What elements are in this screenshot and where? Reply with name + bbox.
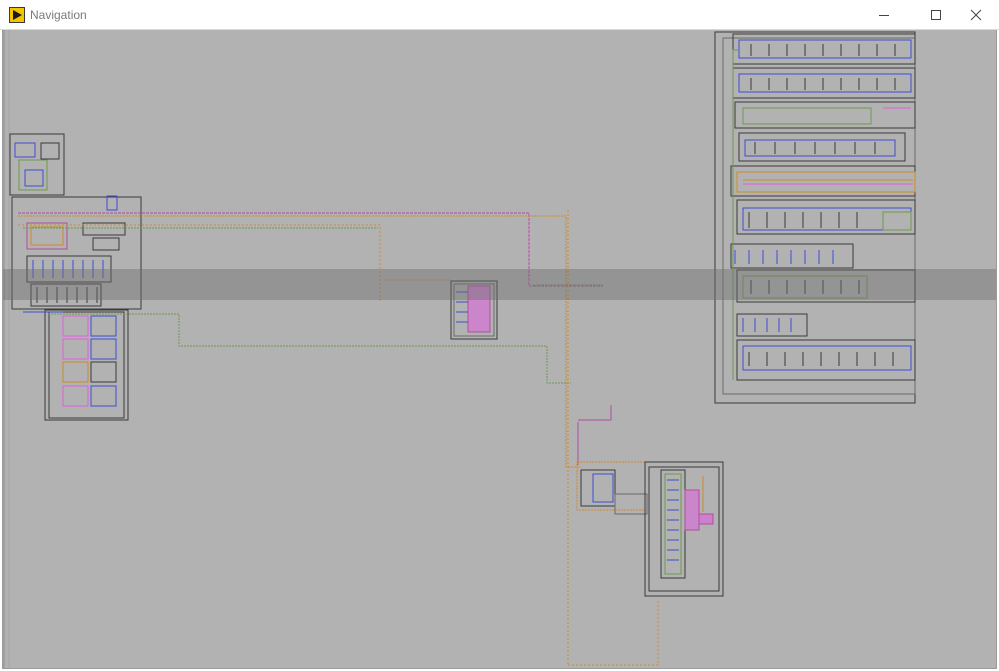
visible-area-indicator[interactable] xyxy=(3,269,996,300)
window-title: Navigation xyxy=(30,8,87,22)
maximize-icon xyxy=(931,10,941,20)
bottom-right-structure xyxy=(576,461,724,597)
close-button[interactable] xyxy=(953,0,999,30)
block-diagram-thumbnail xyxy=(3,30,916,668)
frame-lines xyxy=(3,30,10,668)
labview-run-arrow-icon xyxy=(9,7,25,23)
minimize-button[interactable] xyxy=(861,0,907,30)
title-bar[interactable]: Navigation xyxy=(0,0,999,30)
minimize-icon xyxy=(879,15,889,16)
close-icon xyxy=(970,9,982,21)
block-diagram-overview[interactable] xyxy=(2,30,997,669)
right-structure xyxy=(714,31,916,404)
